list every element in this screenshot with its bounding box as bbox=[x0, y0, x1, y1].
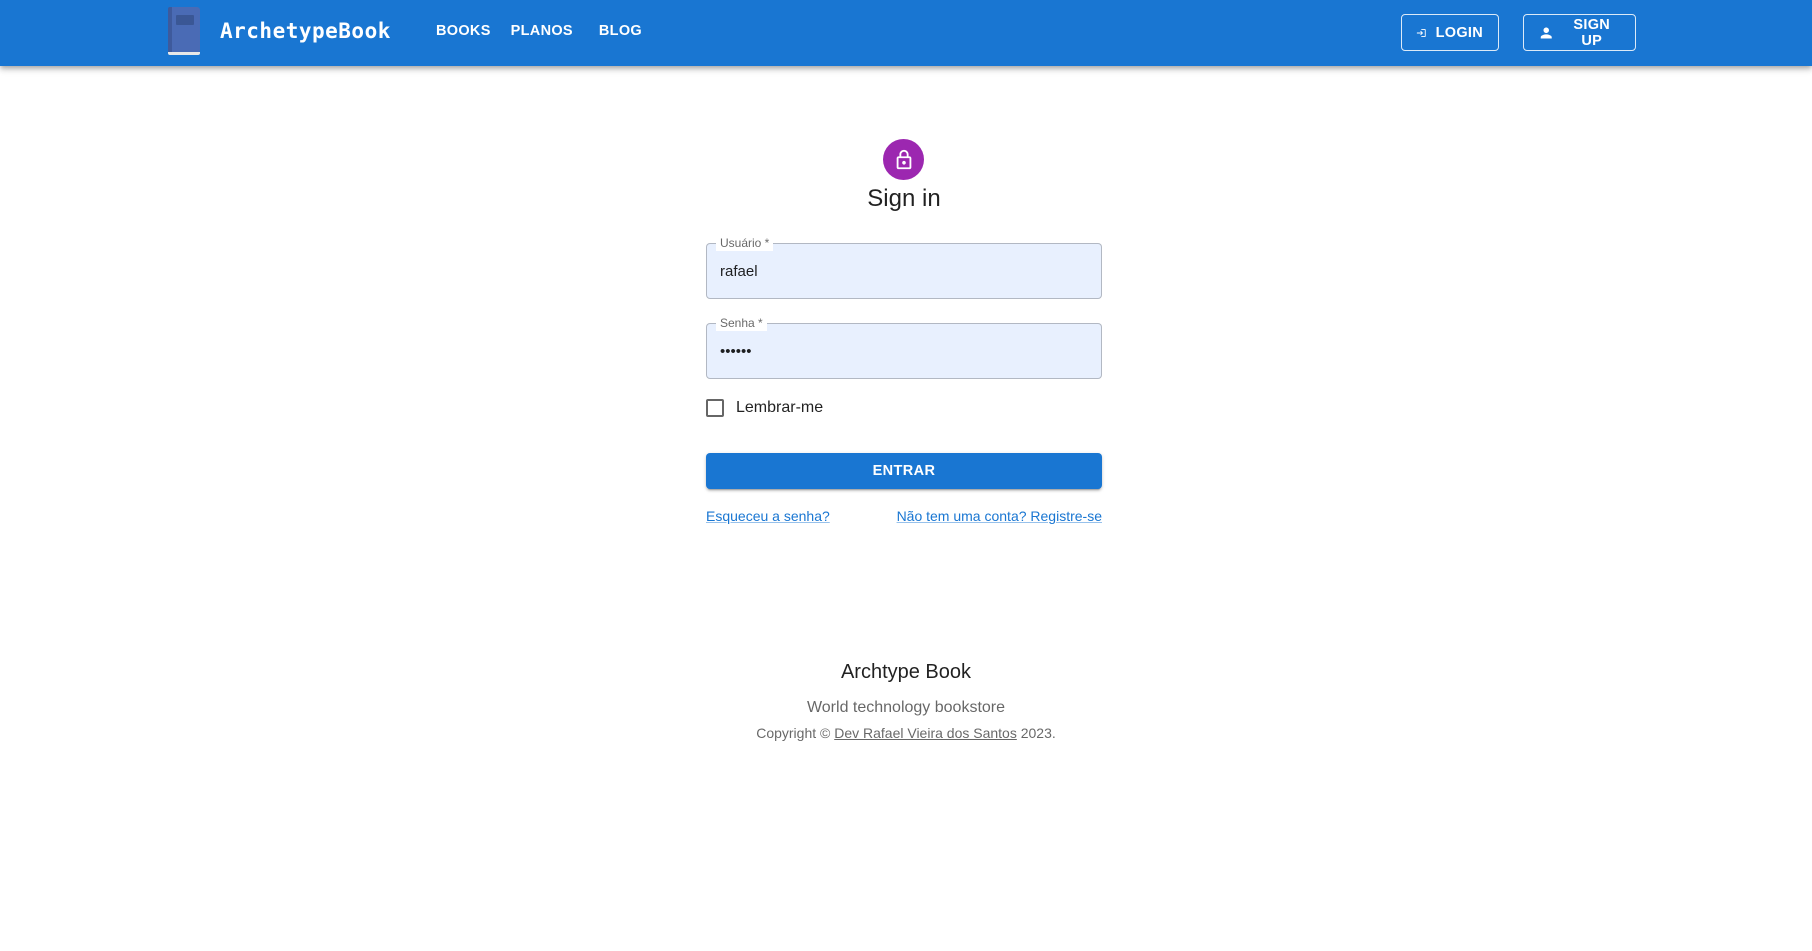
submit-button[interactable]: ENTRAR bbox=[706, 453, 1102, 489]
register-link[interactable]: Não tem uma conta? Registre-se bbox=[897, 508, 1102, 524]
login-button[interactable]: LOGIN bbox=[1401, 14, 1499, 51]
nav-planos[interactable]: PLANOS bbox=[503, 17, 581, 45]
page-title: Sign in bbox=[867, 185, 941, 212]
main-nav: BOOKS PLANOS BLOG bbox=[428, 0, 654, 62]
brand[interactable]: ArchetypeBook bbox=[166, 7, 391, 55]
username-label: Usuário * bbox=[716, 235, 774, 251]
nav-blog[interactable]: BLOG bbox=[591, 17, 650, 45]
remember-me[interactable]: Lembrar-me bbox=[706, 396, 823, 420]
copyright: Copyright © Dev Rafael Vieira dos Santos… bbox=[606, 725, 1206, 741]
password-input[interactable] bbox=[707, 324, 1101, 378]
password-field: Senha * bbox=[706, 315, 1102, 379]
login-button-label: LOGIN bbox=[1435, 24, 1483, 41]
copyright-prefix: Copyright © bbox=[756, 725, 831, 741]
avatar bbox=[883, 139, 924, 180]
copyright-link[interactable]: Dev Rafael Vieira dos Santos bbox=[834, 725, 1017, 741]
nav-books[interactable]: BOOKS bbox=[428, 17, 499, 45]
footer-subtitle: World technology bookstore bbox=[806, 699, 1006, 716]
username-input[interactable] bbox=[707, 244, 1101, 298]
book-icon bbox=[166, 7, 202, 55]
password-label: Senha * bbox=[716, 315, 767, 331]
footer-title: Archtype Book bbox=[840, 661, 972, 683]
remember-checkbox[interactable] bbox=[706, 399, 724, 417]
login-icon bbox=[1416, 28, 1426, 37]
remember-label: Lembrar-me bbox=[736, 399, 824, 416]
signup-button[interactable]: SIGN UP bbox=[1523, 14, 1636, 51]
copyright-year: 2023. bbox=[1020, 725, 1056, 741]
brand-name[interactable]: ArchetypeBook bbox=[220, 19, 391, 43]
app-bar: ArchetypeBook BOOKS PLANOS BLOG LOGIN SI… bbox=[0, 0, 1812, 66]
person-icon bbox=[1540, 27, 1552, 38]
signup-button-label: SIGN UP bbox=[1573, 16, 1611, 49]
lock-icon bbox=[896, 149, 911, 169]
forgot-password-link[interactable]: Esqueceu a senha? bbox=[706, 508, 830, 524]
username-field: Usuário * bbox=[706, 235, 1102, 299]
